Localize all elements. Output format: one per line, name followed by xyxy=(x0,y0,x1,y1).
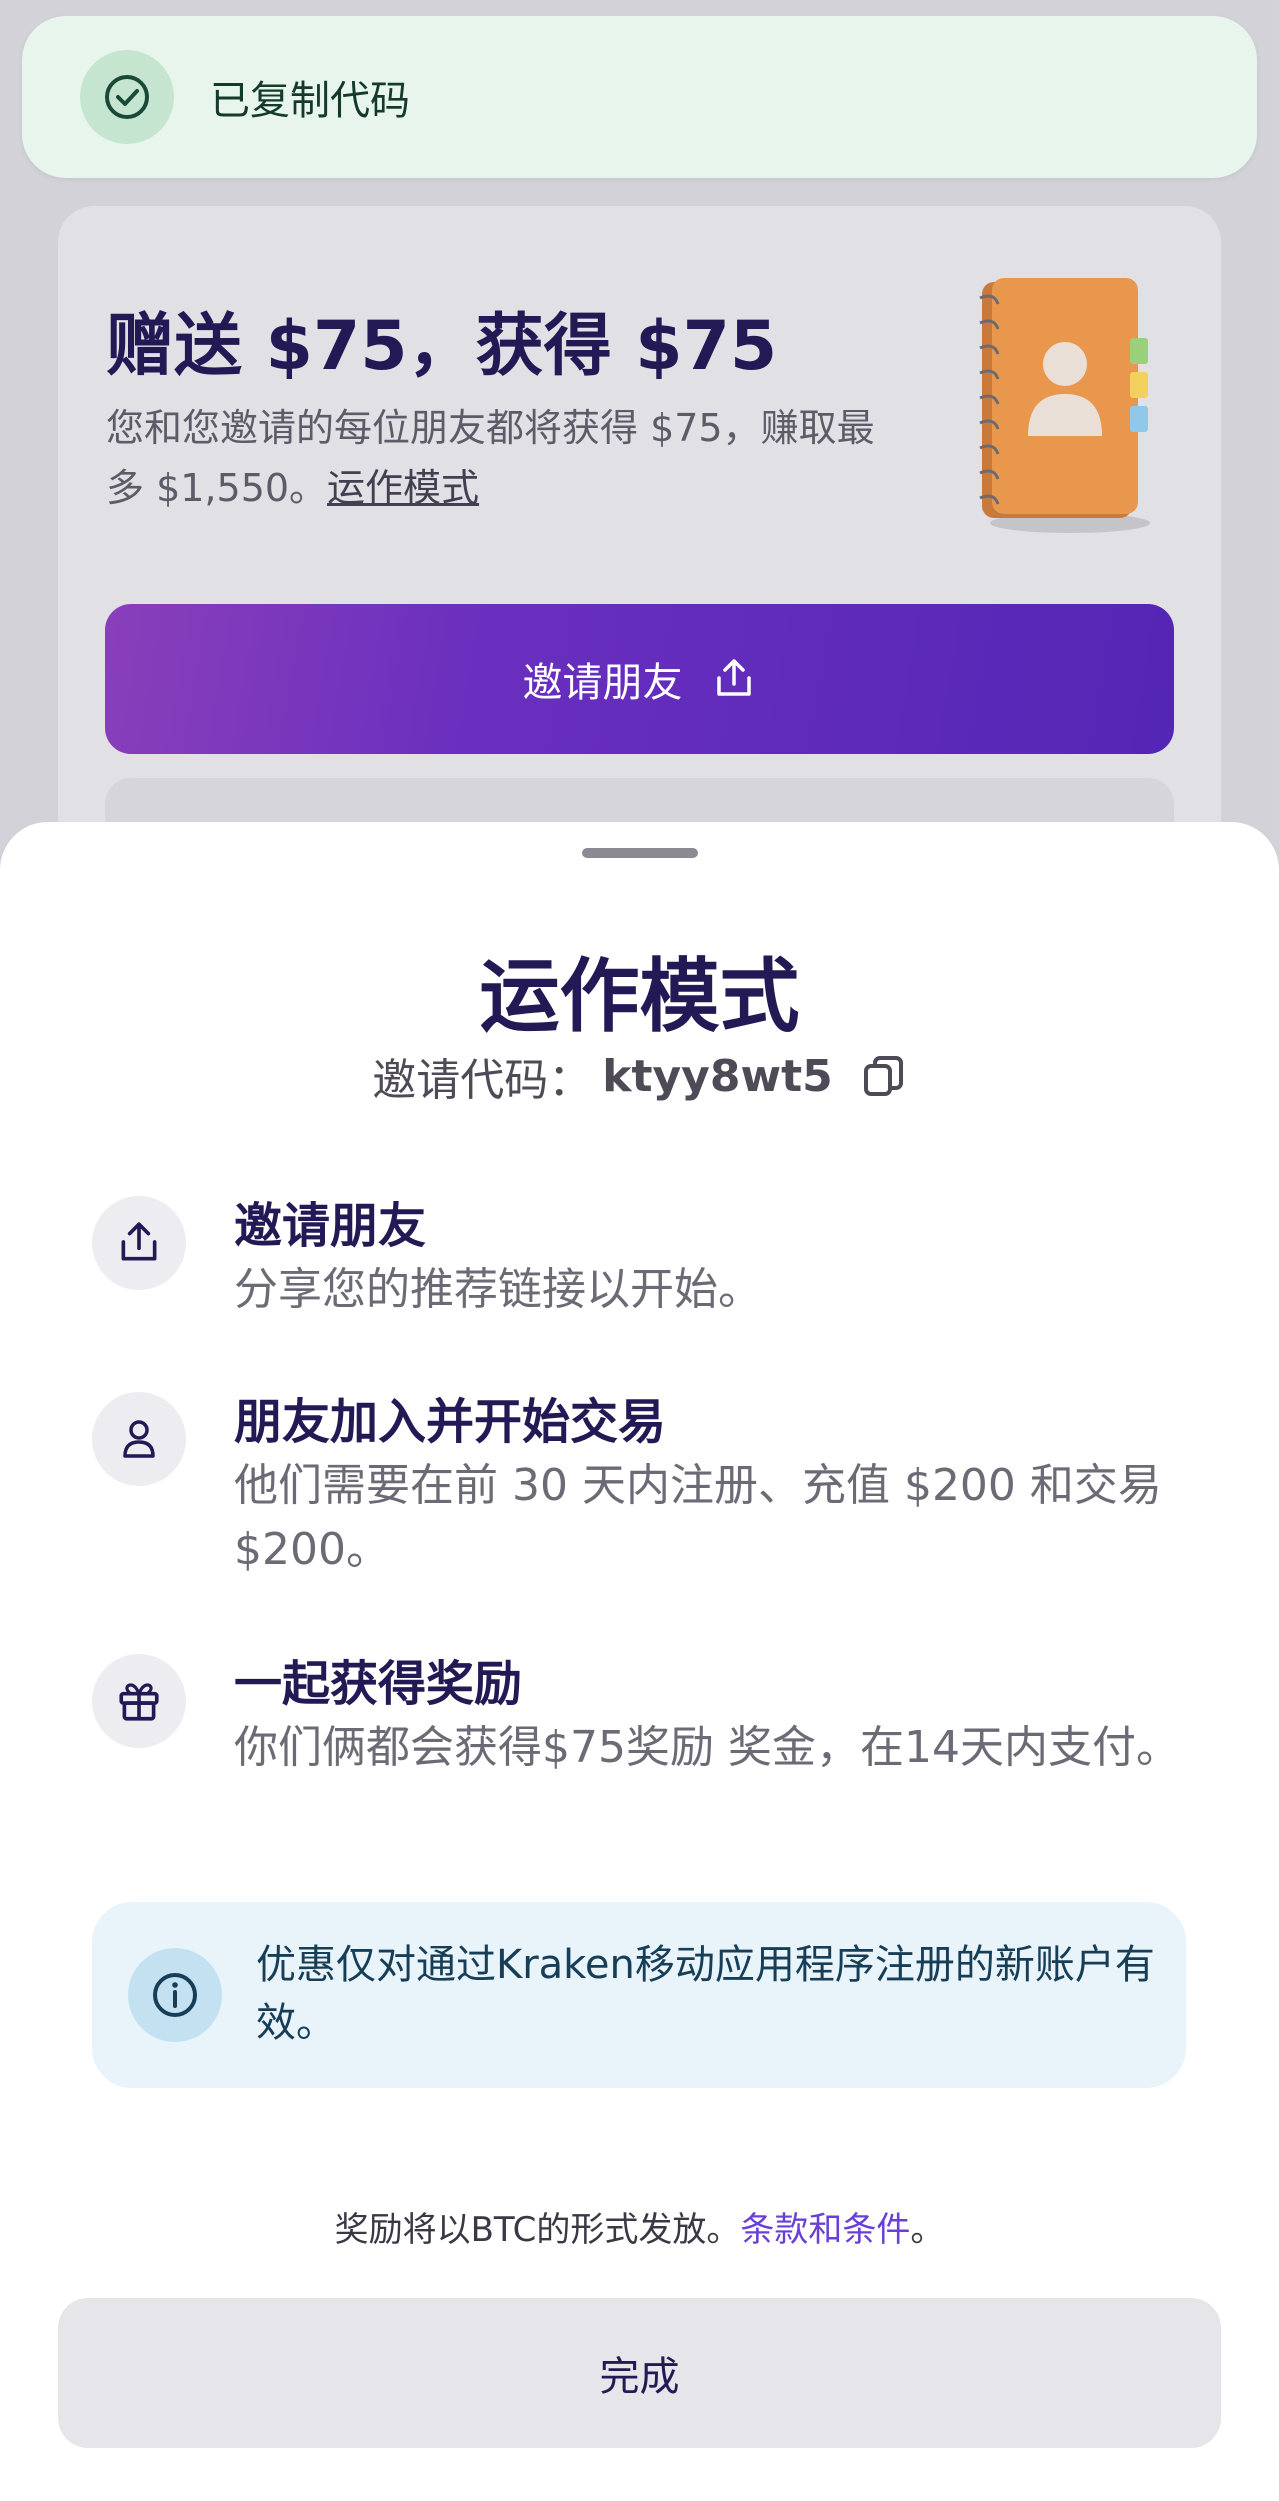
invite-friends-button[interactable]: 邀请朋友 xyxy=(105,604,1174,754)
share-icon xyxy=(92,1196,186,1290)
invite-code-row: 邀请代码： ktyy8wt5 xyxy=(0,1044,1279,1108)
footer-text: 奖励将以BTC的形式发放。 xyxy=(334,2210,741,2250)
step-title: 朋友加入并开始交易 xyxy=(234,1394,667,1450)
info-notice: 优惠仅对通过Kraken移动应用程序注册的新账户有效。 xyxy=(92,1902,1186,2088)
done-button[interactable]: 完成 xyxy=(58,2298,1221,2448)
invite-code-label: 邀请代码： xyxy=(372,1055,593,1106)
sheet-drag-handle[interactable] xyxy=(582,848,698,858)
promo-title: 赠送 $75，获得 $75 xyxy=(106,307,778,386)
step-title: 邀请朋友 xyxy=(234,1198,427,1254)
app-screen: 已复制代码 赠送 $75，获得 $75 您和您邀请的每位朋友都将获得 $75，赚… xyxy=(0,0,1279,2501)
copy-icon[interactable] xyxy=(861,1053,907,1099)
address-book-image xyxy=(979,278,1150,533)
sheet-title: 运作模式 xyxy=(479,950,800,1043)
invite-code-value: ktyy8wt5 xyxy=(602,1050,833,1102)
copied-toast: 已复制代码 xyxy=(22,16,1257,178)
promo-description: 您和您邀请的每位朋友都将获得 $75，赚取最多 $1,550。运作模式 xyxy=(106,398,886,518)
how-it-works-sheet: 运作模式 邀请代码： ktyy8wt5 邀请朋友 分享您的推荐链接以开始。 朋友… xyxy=(0,822,1279,2501)
check-circle-icon xyxy=(80,50,174,144)
info-icon xyxy=(128,1948,222,2042)
toast-message: 已复制代码 xyxy=(210,78,410,124)
user-icon xyxy=(92,1392,186,1486)
done-button-label: 完成 xyxy=(599,2354,680,2400)
terms-link[interactable]: 条款和条件 xyxy=(740,2210,910,2250)
how-it-works-link[interactable]: 运作模式 xyxy=(327,466,479,510)
reward-footer-note: 奖励将以BTC的形式发放。条款和条件。 xyxy=(0,2202,1279,2251)
invite-button-label: 邀请朋友 xyxy=(522,660,683,706)
gift-icon xyxy=(92,1654,186,1748)
footer-period: 。 xyxy=(910,2210,945,2250)
promo-description-text: 您和您邀请的每位朋友都将获得 $75，赚取最多 $1,550。 xyxy=(106,406,875,510)
step-title: 一起获得奖励 xyxy=(234,1656,523,1712)
step-description: 他们需要在前 30 天内注册、充值 $200 和交易 $200。 xyxy=(234,1460,1162,1575)
step-description: 你们俩都会获得$75奖励 奖金，在14天内支付。 xyxy=(234,1722,1180,1773)
notice-text: 优惠仅对通过Kraken移动应用程序注册的新账户有效。 xyxy=(256,1942,1155,2046)
share-icon xyxy=(716,659,751,696)
step-description: 分享您的推荐链接以开始。 xyxy=(234,1264,762,1315)
